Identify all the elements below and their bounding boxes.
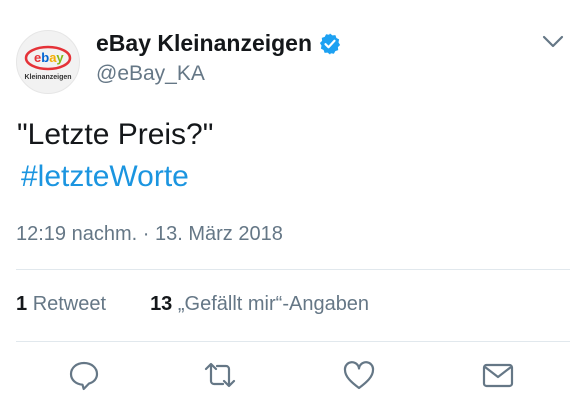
- logo-text: ebay: [34, 50, 64, 65]
- more-options-button[interactable]: [541, 33, 565, 51]
- like-button[interactable]: [341, 357, 377, 393]
- retweet-button[interactable]: [202, 357, 238, 393]
- direct-message-button[interactable]: [480, 357, 516, 393]
- tweet-action-bar: [0, 357, 582, 397]
- retweet-count: 1: [16, 293, 28, 315]
- verified-badge-icon: [319, 33, 341, 54]
- reply-button[interactable]: [66, 357, 102, 393]
- retweet-label: Retweet: [32, 293, 107, 315]
- likes-label: „Gefällt mir“-Angaben: [177, 293, 370, 315]
- heart-icon: [343, 361, 375, 390]
- logo-subtext: Kleinanzeigen: [24, 74, 71, 81]
- author-handle[interactable]: @eBay_KA: [96, 62, 205, 86]
- tweet-timestamp[interactable]: 12:19 nachm. · 13. März 2018: [16, 223, 283, 246]
- ebay-kleinanzeigen-logo: ebay Kleinanzeigen: [24, 45, 72, 81]
- retweet-count-link[interactable]: 1 Retweet: [16, 293, 106, 316]
- author-name[interactable]: eBay Kleinanzeigen: [96, 30, 342, 57]
- chevron-down-icon: [542, 35, 564, 48]
- hashtag-link[interactable]: #letzteWorte: [21, 160, 189, 194]
- envelope-icon: [482, 363, 514, 388]
- divider: [16, 269, 570, 270]
- retweet-icon: [204, 362, 236, 388]
- author-display-name[interactable]: eBay Kleinanzeigen: [96, 30, 312, 57]
- tweet-stats: 1 Retweet 13 „Gefällt mir“-Angaben: [16, 293, 369, 316]
- divider: [16, 341, 570, 342]
- tweet-text: "Letzte Preis?": [17, 118, 214, 151]
- likes-count: 13: [150, 293, 173, 315]
- avatar[interactable]: ebay Kleinanzeigen: [16, 30, 80, 94]
- reply-icon: [69, 361, 99, 391]
- likes-count-link[interactable]: 13 „Gefällt mir“-Angaben: [150, 293, 369, 316]
